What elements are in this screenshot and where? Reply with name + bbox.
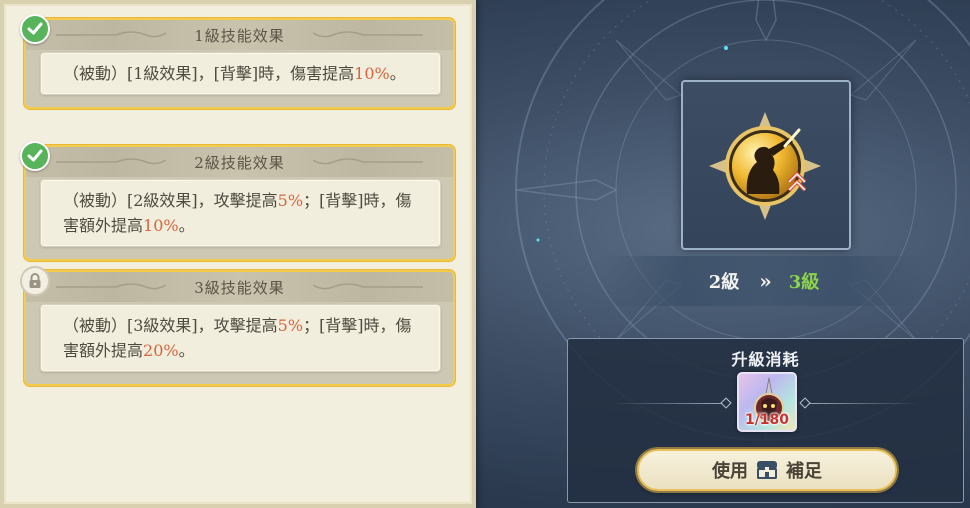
desc-text: （被動）[1級效果]，[背擊]時，傷害提高: [63, 64, 355, 83]
skill-effect-card-level-2: 2級技能效果 （被動）[2級效果]，攻擊提高5%；[背擊]時，傷害額外提高10%…: [20, 141, 455, 261]
card-header: 2級技能效果: [26, 147, 453, 177]
use-fill-button[interactable]: 使用 補足: [637, 449, 897, 491]
desc-text: （被動）[2級效果]，攻擊提高: [63, 191, 278, 210]
desc-text: （被動）[3級效果]，攻擊提高: [63, 316, 278, 335]
card-description: （被動）[2級效果]，攻擊提高5%；[背擊]時，傷害額外提高10%。: [40, 179, 441, 247]
header-ornament-left: [56, 31, 166, 38]
header-ornament-right: [313, 283, 423, 290]
upgrade-cost-title: 升級消耗: [731, 350, 800, 369]
check-icon: [20, 14, 50, 44]
desc-text: 。: [178, 341, 195, 360]
desc-text: 。: [389, 64, 406, 83]
double-chevron-right-icon: »: [759, 269, 771, 293]
divider-line-left: [612, 403, 722, 404]
cost-item-slot[interactable]: 1/180: [737, 372, 797, 432]
card-description: （被動）[3級效果]，攻擊提高5%；[背擊]時，傷害額外提高20%。: [40, 304, 441, 372]
header-ornament-left: [56, 158, 166, 165]
current-level: 2級: [708, 272, 740, 293]
card-title: 2級技能效果: [194, 153, 285, 172]
desc-highlight-value: 10%: [354, 64, 390, 83]
desc-text: 。: [178, 216, 195, 235]
next-level: 3級: [788, 272, 820, 293]
header-ornament-left: [56, 283, 166, 290]
level-progression: 2級 » 3級: [603, 256, 925, 306]
divider-diamond-right: [799, 397, 811, 409]
upgrade-cost-panel: 升級消耗 1/180 使用 補足: [567, 338, 964, 503]
desc-highlight-value: 5%: [277, 316, 304, 335]
desc-highlight-value: 10%: [143, 216, 179, 235]
treasure-chest-icon: [757, 461, 777, 479]
divider-diamond-left: [720, 397, 732, 409]
use-button-label-suffix: 補足: [786, 461, 822, 482]
header-ornament-right: [313, 31, 423, 38]
check-icon: [20, 141, 50, 171]
card-title: 3級技能效果: [194, 278, 285, 297]
header-ornament-right: [313, 158, 423, 165]
card-header: 1級技能效果: [26, 20, 453, 50]
card-header: 3級技能效果: [26, 272, 453, 302]
skill-effect-card-level-3: 3級技能效果 （被動）[3級效果]，攻擊提高5%；[背擊]時，傷害額外提高20%…: [20, 266, 455, 386]
item-count: 1/180: [744, 412, 790, 428]
card-description: （被動）[1級效果]，[背擊]時，傷害提高10%。: [40, 52, 441, 95]
skill-icon[interactable]: [707, 110, 823, 222]
use-button-label: 使用: [712, 461, 748, 482]
desc-highlight-value: 5%: [277, 191, 304, 210]
skill-effects-panel: 1級技能效果 （被動）[1級效果]，[背擊]時，傷害提高10%。 2級技能效果 …: [0, 0, 476, 508]
divider-line-right: [809, 403, 919, 404]
desc-highlight-value: 20%: [143, 341, 179, 360]
card-title: 1級技能效果: [194, 26, 285, 45]
skill-effect-card-level-1: 1級技能效果 （被動）[1級效果]，[背擊]時，傷害提高10%。: [20, 14, 455, 109]
lock-icon: [20, 266, 50, 296]
